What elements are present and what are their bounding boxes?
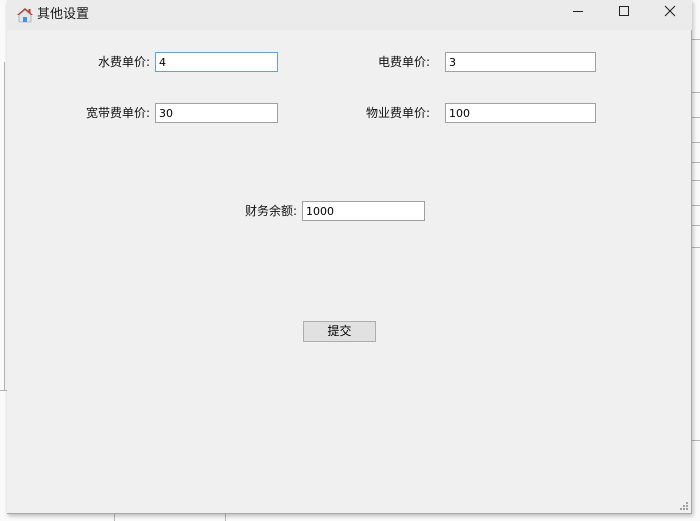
settings-window: 其他设置 水费单价: 电费单价: 宽带费单价: 物业费单价: 财务余额: 提交	[7, 0, 692, 514]
finance-balance-label: 财务余额:	[244, 204, 297, 218]
background-row-line	[692, 440, 700, 441]
water-price-input[interactable]	[155, 52, 278, 72]
minimize-icon	[573, 11, 583, 12]
property-price-input[interactable]	[445, 103, 596, 123]
background-row-line	[692, 205, 700, 206]
maximize-icon	[619, 6, 629, 16]
background-row-line	[692, 180, 700, 181]
background-window-edge	[4, 62, 5, 390]
minimize-button[interactable]	[555, 0, 601, 30]
finance-balance-input[interactable]	[302, 201, 425, 221]
maximize-button[interactable]	[601, 0, 647, 30]
background-divider	[225, 514, 226, 521]
close-button[interactable]	[647, 0, 693, 30]
electricity-price-input[interactable]	[445, 52, 596, 72]
property-price-label: 物业费单价:	[365, 106, 430, 120]
broadband-price-input[interactable]	[155, 103, 278, 123]
background-row-line	[692, 92, 700, 93]
background-row-line	[692, 117, 700, 118]
background-row-line	[692, 142, 700, 143]
background-row-line	[692, 225, 700, 226]
resize-grip-icon[interactable]	[679, 501, 689, 511]
background-row-line	[692, 162, 700, 163]
background-row-line	[692, 39, 700, 40]
electricity-price-label: 电费单价:	[377, 55, 430, 69]
title-bar[interactable]: 其他设置	[7, 0, 692, 30]
home-icon	[16, 7, 34, 23]
broadband-price-label: 宽带费单价:	[85, 106, 150, 120]
window-title: 其他设置	[37, 7, 90, 22]
background-divider	[114, 514, 115, 521]
submit-button[interactable]: 提交	[303, 321, 376, 342]
close-icon	[664, 5, 676, 17]
background-row-line	[692, 247, 700, 248]
water-price-label: 水费单价:	[97, 55, 150, 69]
